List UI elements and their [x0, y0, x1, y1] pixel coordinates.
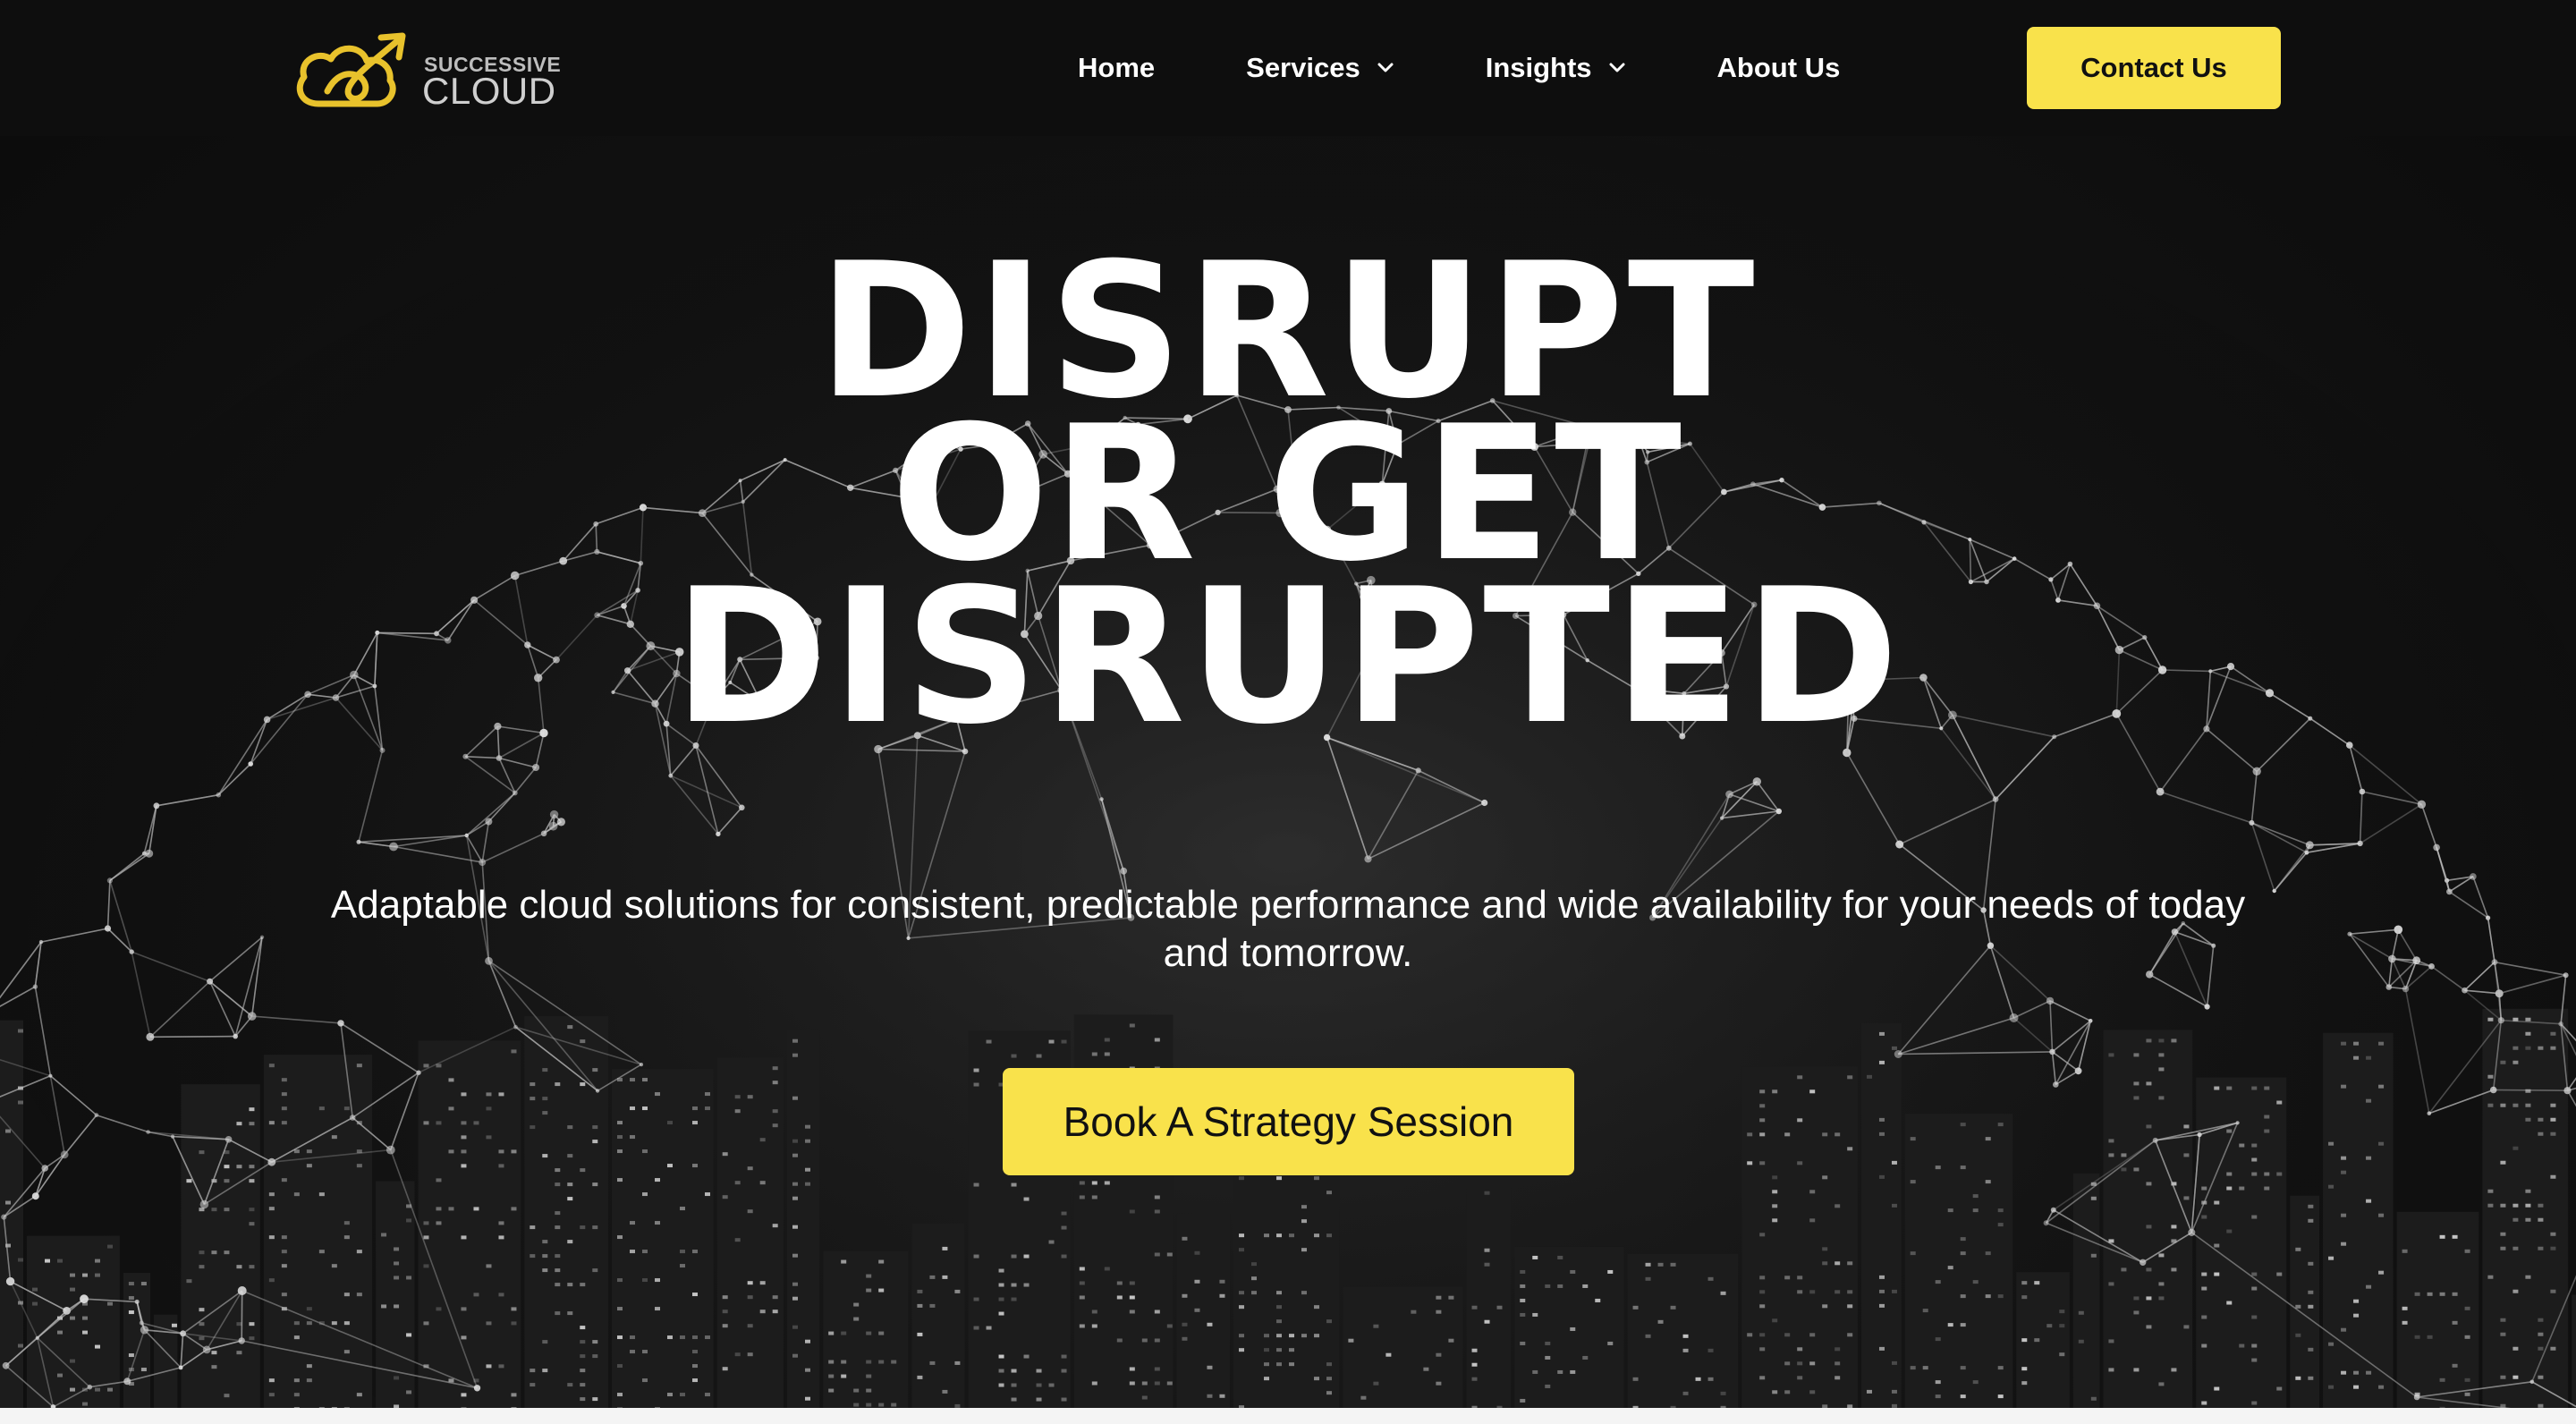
nav-item-label: Insights	[1485, 52, 1592, 83]
nav-item-services[interactable]: Services	[1246, 52, 1394, 84]
book-strategy-session-button[interactable]: Book A Strategy Session	[1003, 1068, 1574, 1175]
page-bottom-edge	[0, 1408, 2576, 1424]
brand-logo[interactable]: SUCCESSIVE CLOUD	[292, 25, 561, 112]
hero-subtitle: Adaptable cloud solutions for consistent…	[330, 883, 2246, 975]
nav-item-label: About Us	[1716, 52, 1841, 83]
nav-item-label: Home	[1078, 52, 1156, 83]
nav-item-insights[interactable]: Insights	[1486, 52, 1626, 84]
logo-wordmark-bottom: CLOUD	[422, 70, 556, 112]
cloud-arrow-logo-icon	[296, 32, 406, 107]
chevron-down-icon	[1377, 63, 1394, 72]
chevron-down-icon	[1609, 63, 1625, 72]
nav-item-about-us[interactable]: About Us	[1717, 52, 1841, 84]
main-navigation: Home Services Insights About Us	[1078, 47, 1840, 89]
contact-us-button[interactable]: Contact Us	[2027, 27, 2281, 109]
hero-title-line: DISRUPTED	[674, 549, 1902, 766]
landing-page: SUCCESSIVE CLOUD Home Services Insights …	[0, 0, 2576, 1424]
hero-title: DISRUPT OR GET DISRUPTED	[0, 239, 2576, 766]
nav-item-label: Services	[1246, 52, 1360, 83]
nav-item-home[interactable]: Home	[1078, 52, 1155, 84]
site-header: SUCCESSIVE CLOUD Home Services Insights …	[0, 0, 2576, 136]
